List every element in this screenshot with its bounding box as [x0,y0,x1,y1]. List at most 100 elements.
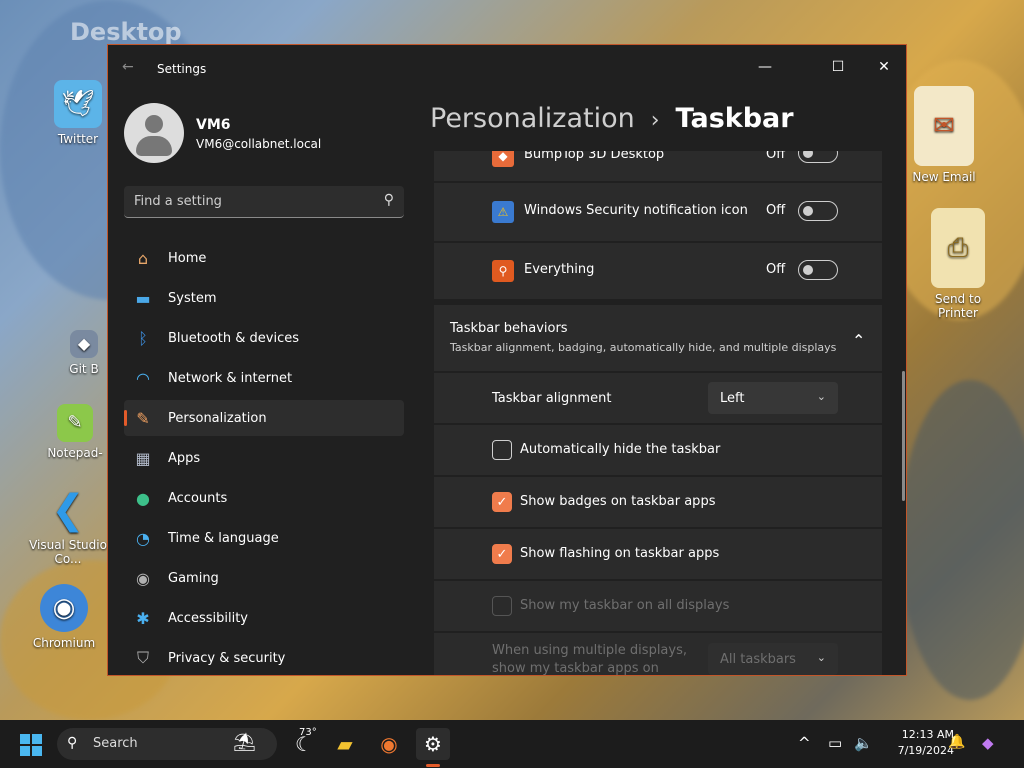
search-icon[interactable]: ⚲ [384,192,394,208]
user-email: VM6@collabnet.local [196,137,322,151]
scrollbar-thumb[interactable] [902,371,905,501]
clock-time: 12:13 AM [901,728,954,741]
file-explorer-icon[interactable]: ▰ [328,728,362,760]
sidebar-item-label: Network & internet [168,370,293,386]
desktop-icon-label: Twitter [57,132,99,146]
firefox-icon[interactable]: ◉ [372,728,406,760]
user-name: VM6 [196,117,231,133]
badges-checkbox[interactable]: ✓ [492,492,512,512]
sidebar-item-gaming[interactable]: ◉ Gaming [124,560,404,596]
sidebar-item-time-language[interactable]: ◔ Time & language [124,520,404,556]
sidebar-item-home[interactable]: ⌂ Home [124,240,404,276]
home-icon: ⌂ [137,248,149,268]
breadcrumb-parent[interactable]: Personalization [430,103,635,134]
tray-icon-label: BumpTop 3D Desktop [524,151,665,162]
sidebar-item-accounts[interactable]: ● Accounts [124,480,404,516]
sidebar-item-apps[interactable]: ▦ Apps [124,440,404,476]
sidebar-item-network[interactable]: ◠ Network & internet [124,360,404,396]
printer-icon: ⎙ [931,208,985,288]
desktop-icon-label: Notepad- [47,446,103,460]
taskbar-alignment-row: Taskbar alignment Left ⌄ [434,373,882,423]
option-label: Show flashing on taskbar apps [520,546,720,561]
email-icon: ✉ [914,86,974,166]
copilot-icon[interactable]: ◆ [982,734,994,752]
tray-icon-label: Everything [524,262,595,277]
sidebar-item-bluetooth[interactable]: ᛒ Bluetooth & devices [124,320,404,356]
multi-display-value: All taskbars [720,651,796,667]
option-row-flashing[interactable]: ✓ Show flashing on taskbar apps [434,529,882,579]
title-bar[interactable]: ← Settings — ☐ ✕ [108,45,906,91]
sidebar-item-accessibility[interactable]: ✱ Accessibility [124,600,404,636]
system-clock[interactable]: 12:13 AM 7/19/2024 [874,727,954,759]
sidebar-item-personalization[interactable]: ✎ Personalization [124,400,404,436]
minimize-button[interactable]: — [742,51,788,83]
wallpaper-blob [900,380,1024,700]
maximize-button[interactable]: ☐ [815,51,861,83]
notepad-icon: ✎ [57,404,93,442]
chevron-up-icon[interactable]: ⌃ [852,331,865,350]
taskbar-behaviors-header[interactable]: Taskbar behaviors Taskbar alignment, bad… [434,305,882,371]
flashing-checkbox[interactable]: ✓ [492,544,512,564]
bumptop-toggle[interactable] [798,151,838,163]
sidebar-item-label: Time & language [168,530,279,546]
multi-display-label: When using multiple displays, [492,643,687,658]
multi-display-label: show my taskbar apps on [492,661,659,676]
option-row-badges[interactable]: ✓ Show badges on taskbar apps [434,477,882,527]
avatar [124,103,184,163]
search-input[interactable]: Find a setting ⚲ [124,186,404,218]
sidebar-item-label: Bluetooth & devices [168,330,299,346]
taskbar: ⚲ Search ⛱ ☾ 73° ▰ ◉ ⚙ ^ ▭ 🔈 12:13 AM 7/… [0,720,1024,768]
weather-temperature: 73° [299,727,317,738]
accessibility-icon: ✱ [136,608,150,628]
back-arrow-icon[interactable]: ← [122,59,134,75]
system-icon: ▬ [135,288,151,308]
desktop-title: Desktop [70,18,182,46]
shield-icon: ⛉ [136,648,149,667]
everything-search-icon: ⚲ [492,260,514,282]
desktop-icon-chromium[interactable]: ◉ Chromium [22,584,106,650]
tray-icon-row-security: ⚠ Windows Security notification icon Off [434,183,882,241]
desktop-icon-vscode[interactable]: ❮ Visual Studio Co... [26,486,110,566]
security-warning-icon: ⚠ [492,201,514,223]
notification-bell-icon[interactable]: 🔔 [948,734,965,750]
accounts-icon: ● [136,488,150,508]
toggle-state: Off [766,203,786,218]
network-icon[interactable]: ▭ [828,734,842,752]
sidebar-item-privacy[interactable]: ⛉ Privacy & security [124,640,404,675]
sidebar-item-system[interactable]: ▬ System [124,280,404,316]
sidebar-item-label: Personalization [168,410,267,426]
desktop-icon-send-to-printer[interactable]: ⎙ Send to Printer [916,208,1000,320]
sidebar-nav: ⌂ Home ▬ System ᛒ Bluetooth & devices ◠ Netw… [124,240,404,675]
settings-app-icon[interactable]: ⚙ [416,728,450,760]
gamepad-icon: ◉ [136,568,150,588]
breadcrumb-separator: › [650,108,660,133]
everything-toggle[interactable] [798,260,838,280]
sidebar-item-label: Accessibility [168,610,248,626]
bluetooth-icon: ᛒ [138,328,148,348]
sidebar-item-label: System [168,290,217,306]
security-toggle[interactable] [798,201,838,221]
desktop-icon-label: Visual Studio Co... [29,538,107,566]
start-button[interactable] [20,734,42,756]
alignment-dropdown[interactable]: Left ⌄ [708,382,838,414]
chevron-down-icon: ⌄ [816,390,826,403]
tray-icon-row-everything: ⚲ Everything Off [434,243,882,299]
close-button[interactable]: ✕ [861,51,906,83]
option-label: Show badges on taskbar apps [520,494,716,509]
taskbar-search[interactable]: ⚲ Search ⛱ [57,728,277,760]
window-title: Settings [157,62,207,76]
desktop-icon-new-email[interactable]: ✉ New Email [902,86,986,184]
option-row-autohide[interactable]: Automatically hide the taskbar [434,425,882,475]
desktop-icon-notepad[interactable]: ✎ Notepad- [40,404,110,460]
volume-muted-icon[interactable]: 🔈 [854,734,873,752]
alignment-value: Left [720,390,745,406]
autohide-checkbox[interactable] [492,440,512,460]
chevron-down-icon: ⌄ [816,651,826,664]
wifi-icon: ◠ [136,368,150,388]
option-label: Show my taskbar on all displays [520,598,730,613]
toggle-state: Off [766,151,786,162]
show-hidden-icons-chevron[interactable]: ^ [798,734,811,752]
desktop-icon-git[interactable]: ◆ Git B [54,330,114,376]
section-subtitle: Taskbar alignment, badging, automaticall… [450,341,837,354]
twitter-icon: 🕊 [54,80,102,128]
